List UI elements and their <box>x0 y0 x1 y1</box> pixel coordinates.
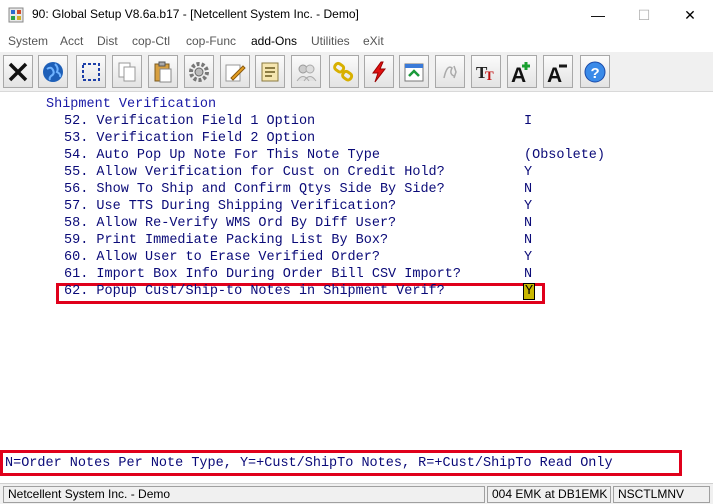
notes-icon <box>261 62 279 81</box>
option-52-label: 52. Verification Field 1 Option <box>64 114 316 129</box>
toolbar-users-button[interactable] <box>291 55 321 88</box>
option-56-label: 56. Show To Ship and Confirm Qtys Side B… <box>64 182 445 197</box>
option-54-label: 54. Auto Pop Up Note For This Note Type <box>64 148 380 163</box>
toolbar-close-button[interactable] <box>3 55 33 88</box>
link-icon <box>333 61 354 81</box>
section-title: Shipment Verification <box>46 97 217 112</box>
toolbar-globe-button[interactable] <box>38 55 68 88</box>
option-54-value[interactable]: (Obsolete) <box>524 148 605 163</box>
toolbar-paste-button[interactable] <box>148 55 178 88</box>
option-60-value[interactable]: Y <box>524 250 532 265</box>
minimize-button[interactable]: — <box>575 0 621 30</box>
script-icon <box>443 65 457 78</box>
toolbar-font-size-button[interactable]: TT <box>471 55 501 88</box>
toolbar: TT A A ? <box>0 52 713 92</box>
help-icon: ? <box>584 61 606 82</box>
menu-add-ons[interactable]: add-Ons <box>251 34 297 48</box>
option-62-value-input[interactable]: Y <box>522 283 536 300</box>
power-icon <box>372 61 387 82</box>
increase-font-icon: A <box>511 61 530 84</box>
option-58-value[interactable]: N <box>524 216 532 231</box>
option-59-value[interactable]: N <box>524 233 532 248</box>
copy-icon <box>118 62 136 81</box>
terminal-screen: Shipment Verification 52. Verification F… <box>0 93 713 448</box>
users-icon <box>296 64 317 81</box>
option-53-label: 53. Verification Field 2 Option <box>64 131 316 146</box>
globe-icon <box>43 61 63 82</box>
menu-dist[interactable]: Dist <box>97 34 118 48</box>
help-line: N=Order Notes Per Note Type, Y=+Cust/Shi… <box>0 450 682 476</box>
paste-icon <box>154 61 172 82</box>
toolbar-select-button[interactable] <box>76 55 106 88</box>
minimize-icon: — <box>591 7 605 23</box>
close-icon <box>8 62 28 81</box>
menu-exit[interactable]: eXit <box>363 34 384 48</box>
option-55-value[interactable]: Y <box>524 165 532 180</box>
maximize-button[interactable]: ☐ <box>621 0 667 30</box>
app-icon <box>8 7 24 23</box>
toolbar-copy-button[interactable] <box>112 55 142 88</box>
menu-system[interactable]: System <box>8 34 48 48</box>
option-55-label: 55. Allow Verification for Cust on Credi… <box>64 165 445 180</box>
toolbar-export-button[interactable] <box>399 55 429 88</box>
export-icon <box>404 63 424 81</box>
toolbar-edit-button[interactable] <box>220 55 250 88</box>
option-60-label: 60. Allow User to Erase Verified Order? <box>64 250 380 265</box>
toolbar-decrease-font-button[interactable]: A <box>543 55 573 88</box>
toolbar-increase-font-button[interactable]: A <box>507 55 537 88</box>
menu-cop-ctl[interactable]: cop-Ctl <box>132 34 170 48</box>
option-62-label: 62. Popup Cust/Ship-to Notes in Shipment… <box>64 284 445 299</box>
option-61-value[interactable]: N <box>524 267 532 282</box>
status-bar: Netcellent System Inc. - Demo 004 EMK at… <box>0 483 713 504</box>
status-company: Netcellent System Inc. - Demo <box>3 486 485 503</box>
svg-text:T: T <box>485 68 494 83</box>
select-icon <box>82 62 100 81</box>
maximize-icon: ☐ <box>637 6 651 23</box>
close-window-button[interactable]: ✕ <box>667 0 713 30</box>
font-size-icon: TT <box>476 63 494 83</box>
toolbar-notes-button[interactable] <box>255 55 285 88</box>
option-59-label: 59. Print Immediate Packing List By Box? <box>64 233 389 248</box>
help-text: N=Order Notes Per Note Type, Y=+Cust/Shi… <box>5 456 613 471</box>
toolbar-help-button[interactable]: ? <box>580 55 610 88</box>
status-node: NSCTLMNV <box>613 486 710 503</box>
toolbar-settings-button[interactable] <box>184 55 214 88</box>
option-57-label: 57. Use TTS During Shipping Verification… <box>64 199 397 214</box>
option-58-label: 58. Allow Re-Verify WMS Ord By Diff User… <box>64 216 397 231</box>
menu-acct[interactable]: Acct <box>60 34 83 48</box>
settings-icon <box>189 61 209 82</box>
decrease-font-icon: A <box>547 64 567 84</box>
menu-utilities[interactable]: Utilities <box>311 34 350 48</box>
option-52-value[interactable]: I <box>524 114 532 129</box>
option-57-value[interactable]: Y <box>524 199 532 214</box>
close-icon: ✕ <box>684 6 696 23</box>
toolbar-power-button[interactable] <box>364 55 394 88</box>
svg-text:?: ? <box>591 65 600 82</box>
window-title: 90: Global Setup V8.6a.b17 - [Netcellent… <box>32 7 359 21</box>
menu-cop-func[interactable]: cop-Func <box>186 34 236 48</box>
option-61-label: 61. Import Box Info During Order Bill CS… <box>64 267 461 282</box>
option-56-value[interactable]: N <box>524 182 532 197</box>
toolbar-link-button[interactable] <box>329 55 359 88</box>
toolbar-script-button[interactable] <box>435 55 465 88</box>
status-session: 004 EMK at DB1EMK <box>487 486 611 503</box>
edit-icon <box>225 64 246 81</box>
title-bar: 90: Global Setup V8.6a.b17 - [Netcellent… <box>0 0 713 30</box>
menu-bar: System Acct Dist cop-Ctl cop-Func add-On… <box>0 31 713 52</box>
